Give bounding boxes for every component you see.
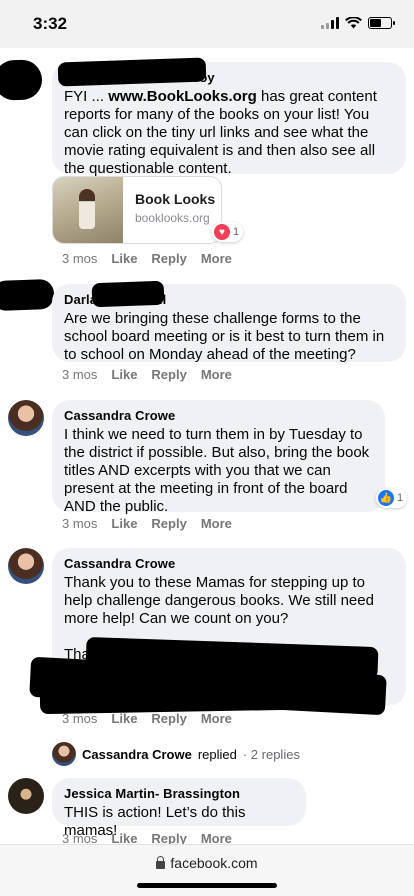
more-button[interactable]: More bbox=[201, 367, 232, 382]
url-text: facebook.com bbox=[170, 855, 258, 871]
like-button[interactable]: Like bbox=[111, 367, 137, 382]
more-button[interactable]: More bbox=[201, 711, 232, 726]
comment-author[interactable]: Cassandra Crowe bbox=[64, 408, 373, 423]
browser-bottom-bar: facebook.com bbox=[0, 844, 414, 896]
comment-text: FYI ... www.BookLooks.org has great cont… bbox=[64, 88, 377, 177]
reply-author: Cassandra Crowe bbox=[82, 746, 192, 762]
redacted-avatar bbox=[0, 278, 55, 312]
heart-icon: ♥ bbox=[214, 224, 230, 240]
comment-actions: 3 mos Like Reply More bbox=[62, 711, 232, 726]
comment-bubble: Jessica Martin- Brassington THIS is acti… bbox=[52, 778, 306, 839]
view-replies-link[interactable]: Cassandra Crowe replied · 2 replies bbox=[52, 742, 300, 766]
comment-author[interactable]: Cassandra Crowe bbox=[64, 556, 394, 571]
battery-icon bbox=[368, 17, 395, 29]
link-title: Book Looks bbox=[135, 191, 216, 207]
comment-time: 3 mos bbox=[62, 516, 98, 531]
avatar[interactable] bbox=[8, 400, 44, 436]
comment-text: I think we need to turn them in by Tuesd… bbox=[64, 426, 370, 515]
status-bar: 3:32 bbox=[0, 0, 414, 48]
redacted-text bbox=[39, 685, 291, 715]
like-button[interactable]: Like bbox=[111, 711, 137, 726]
booklooks-link-text[interactable]: www.BookLooks.org bbox=[108, 88, 257, 105]
comment-time: 3 mos bbox=[62, 711, 98, 726]
avatar bbox=[52, 742, 76, 766]
comment-text: Are we bringing these challenge forms to… bbox=[64, 310, 385, 363]
comment-feed: DonnyandSummer Croy FYI ... www.BookLook… bbox=[0, 48, 414, 844]
redacted-name bbox=[57, 57, 207, 87]
reaction-badge[interactable]: ♥ 1 bbox=[212, 222, 244, 242]
reply-count: · 2 replies bbox=[242, 746, 300, 762]
status-icons bbox=[321, 17, 395, 29]
avatar[interactable] bbox=[8, 548, 44, 584]
lock-icon bbox=[156, 855, 166, 869]
link-domain: booklooks.org bbox=[135, 211, 210, 225]
comment-time: 3 mos bbox=[62, 831, 98, 844]
like-button[interactable]: Like bbox=[111, 516, 137, 531]
comment-actions: 3 mos Like Reply More bbox=[62, 251, 232, 266]
comment-text: Thank you to these Mamas for stepping up… bbox=[64, 574, 374, 627]
like-button[interactable]: Like bbox=[111, 251, 137, 266]
thumbs-up-icon: 👍 bbox=[378, 490, 394, 506]
link-preview-card[interactable]: Book Looks booklooks.org bbox=[52, 176, 222, 244]
reply-button[interactable]: Reply bbox=[151, 367, 186, 382]
reaction-badge[interactable]: 👍 1 bbox=[376, 488, 408, 508]
comment-bubble: Cassandra Crowe I think we need to turn … bbox=[52, 400, 385, 515]
reply-button[interactable]: Reply bbox=[151, 251, 186, 266]
status-time: 3:32 bbox=[33, 14, 68, 33]
redacted-name bbox=[91, 280, 165, 308]
cellular-signal-icon bbox=[321, 17, 339, 29]
redacted-avatar bbox=[0, 59, 43, 101]
comment-time: 3 mos bbox=[62, 251, 98, 266]
wifi-icon bbox=[345, 17, 362, 29]
comment-actions: 3 mos Like Reply More bbox=[62, 831, 232, 844]
reply-button[interactable]: Reply bbox=[151, 711, 186, 726]
reply-button[interactable]: Reply bbox=[151, 516, 186, 531]
comment-actions: 3 mos Like Reply More bbox=[62, 367, 232, 382]
more-button[interactable]: More bbox=[201, 516, 232, 531]
reply-button[interactable]: Reply bbox=[151, 831, 186, 844]
comment-time: 3 mos bbox=[62, 367, 98, 382]
avatar[interactable] bbox=[8, 778, 44, 814]
more-button[interactable]: More bbox=[201, 251, 232, 266]
home-indicator[interactable] bbox=[137, 883, 277, 888]
like-button[interactable]: Like bbox=[111, 831, 137, 844]
more-button[interactable]: More bbox=[201, 831, 232, 844]
comment-actions: 3 mos Like Reply More bbox=[62, 516, 232, 531]
address-bar[interactable]: facebook.com bbox=[0, 855, 414, 871]
link-thumbnail bbox=[53, 177, 123, 243]
comment-author[interactable]: Jessica Martin- Brassington bbox=[64, 786, 294, 801]
